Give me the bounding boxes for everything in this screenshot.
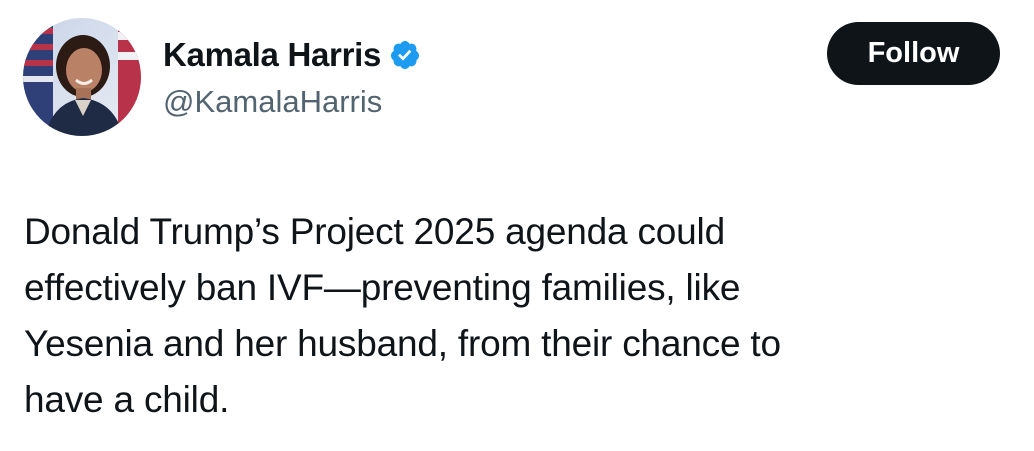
- verified-badge-icon[interactable]: [389, 39, 421, 71]
- avatar-photo: [23, 18, 141, 136]
- author-name-row: Kamala Harris: [163, 34, 421, 76]
- tweet-text: Donald Trump’s Project 2025 agenda could…: [24, 204, 1014, 428]
- author-handle[interactable]: @KamalaHarris: [163, 82, 382, 122]
- tweet-text-line: Donald Trump’s Project 2025 agenda could: [24, 211, 725, 252]
- tweet-text-line: Yesenia and her husband, from their chan…: [24, 323, 781, 364]
- author-display-name[interactable]: Kamala Harris: [163, 34, 381, 76]
- tweet-text-line: effectively ban IVF—preventing families,…: [24, 267, 741, 308]
- tweet-card: Kamala Harris @KamalaHarris Follow Donal…: [0, 0, 1034, 451]
- follow-button[interactable]: Follow: [827, 22, 1000, 85]
- tweet-text-line: have a child.: [24, 379, 230, 420]
- avatar[interactable]: [23, 18, 141, 136]
